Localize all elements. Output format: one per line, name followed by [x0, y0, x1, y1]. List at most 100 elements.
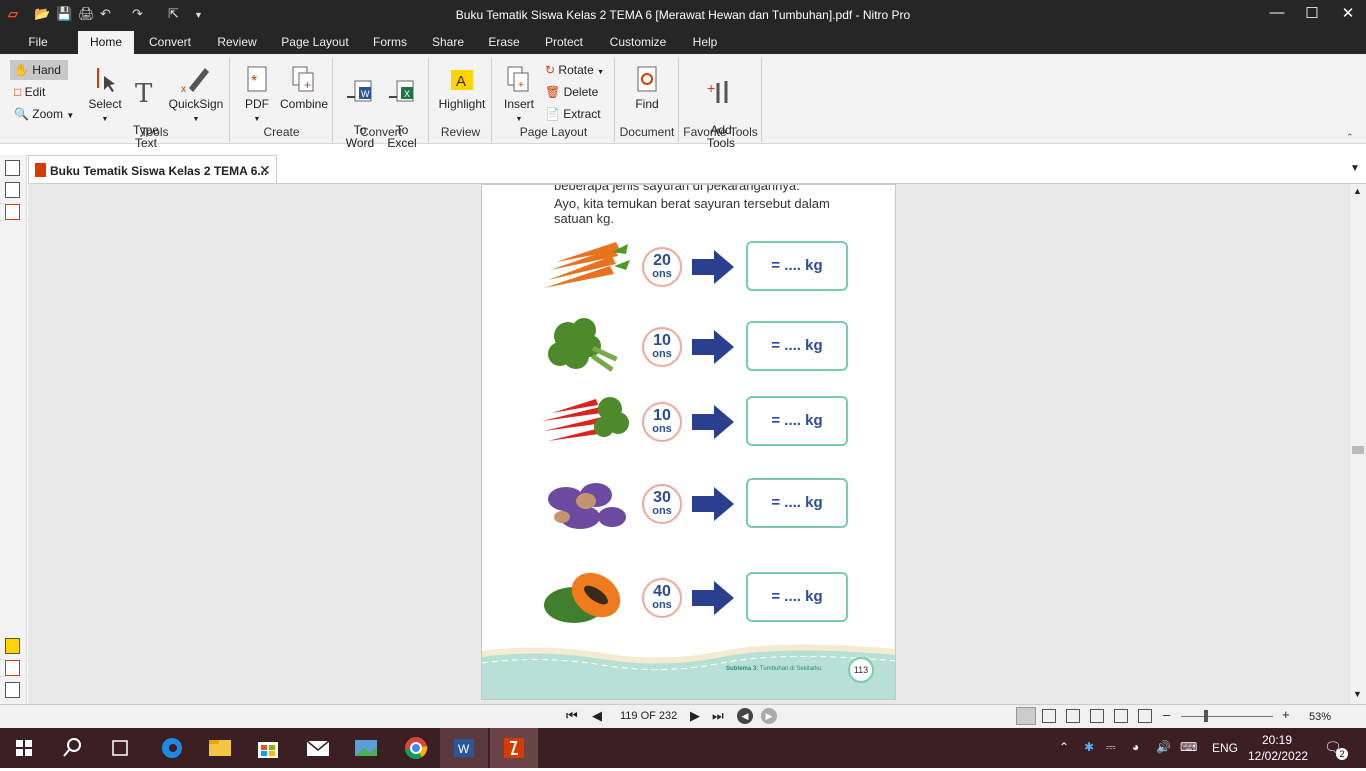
ons-value: 20	[653, 252, 671, 269]
tab-share[interactable]: Share	[425, 31, 471, 54]
quicksign-button[interactable]: x QuickSign ▼	[168, 64, 224, 126]
tab-page-layout[interactable]: Page Layout	[278, 31, 352, 54]
add-tools-icon: +	[707, 80, 728, 103]
tray-chevron-up-icon[interactable]: ⌃	[1059, 740, 1069, 754]
rotate-button[interactable]: ↻ Rotate ▼	[541, 60, 604, 80]
ons-unit: ons	[652, 505, 672, 517]
single-page-view-icon[interactable]	[1016, 707, 1036, 725]
first-page-icon[interactable]: ⏮	[566, 708, 578, 724]
edge-browser-icon[interactable]	[148, 728, 196, 768]
volume-icon[interactable]: 🔊	[1156, 740, 1171, 754]
facing-view-icon[interactable]	[1066, 709, 1080, 723]
favorite-tools-group: + Add Tools Favorite Tools	[680, 58, 762, 150]
next-page-icon[interactable]: ▶	[690, 708, 700, 724]
search-icon[interactable]	[48, 728, 96, 768]
fit-page-icon[interactable]	[1114, 709, 1128, 723]
extract-button[interactable]: 📄 Extract	[541, 104, 601, 124]
chevron-down-icon: ▼	[66, 111, 75, 120]
close-tab-icon[interactable]: ✕	[259, 162, 271, 179]
bluetooth-icon[interactable]: ✱	[1084, 740, 1094, 754]
windows-start-icon[interactable]	[0, 728, 48, 768]
zoom-in-icon[interactable]: +	[1282, 707, 1290, 722]
chili-peppers-image	[542, 397, 629, 441]
search-panel-icon[interactable]	[5, 182, 20, 198]
scroll-down-icon[interactable]: ▼	[1353, 689, 1362, 699]
wifi-icon[interactable]: ◕	[1132, 740, 1139, 754]
language-indicator[interactable]: ENG	[1212, 741, 1238, 755]
maximize-button[interactable]: ☐	[1292, 4, 1332, 22]
zoom-out-icon[interactable]: –	[1163, 707, 1170, 722]
power-icon[interactable]: ⎓	[1106, 740, 1116, 755]
vertical-scrollbar[interactable]: ▲ ▼	[1350, 184, 1366, 704]
windows-taskbar: W ⌃ ✱ ⎓ ◕ 🔊 ⌨ ENG 20:19 12/02/2022 🗨 2	[0, 728, 1366, 768]
page-layout-group-label: Page Layout	[519, 125, 588, 139]
document-tab[interactable]: Buku Tematik Siswa Kelas 2 TEMA 6... ✕	[28, 155, 277, 184]
tab-list-chevron-icon[interactable]: ▼	[1350, 163, 1360, 174]
page-layout-group: + Insert ▼ ↻ Rotate ▼ 🗑 Delete 📄 Extract …	[493, 58, 615, 142]
pdf-button[interactable]: * PDF ▼	[237, 64, 277, 126]
answer-box: = .... kg	[746, 478, 848, 528]
tab-forms[interactable]: Forms	[365, 31, 415, 54]
scroll-thumb[interactable]	[1352, 446, 1364, 454]
collapse-ribbon-icon[interactable]: ⌃	[1346, 132, 1354, 143]
insert-button[interactable]: + Insert ▼	[499, 64, 539, 126]
clock-date[interactable]: 12/02/2022	[1248, 749, 1308, 763]
nitro-pro-taskbar[interactable]	[490, 728, 538, 768]
close-window-button[interactable]: ✕	[1328, 4, 1366, 22]
forward-view-icon[interactable]: ▶	[761, 708, 777, 724]
tab-help[interactable]: Help	[686, 31, 724, 54]
tab-customize[interactable]: Customize	[604, 31, 672, 54]
minimize-button[interactable]: —	[1257, 4, 1297, 21]
tab-protect[interactable]: Protect	[538, 31, 590, 54]
scroll-up-icon[interactable]: ▲	[1353, 186, 1362, 196]
find-button[interactable]: Find	[626, 64, 668, 111]
previous-page-icon[interactable]: ◀	[592, 708, 602, 724]
edit-tool-button[interactable]: □ Edit	[10, 82, 45, 102]
photos-icon[interactable]	[342, 728, 390, 768]
ribbon-tabs: File Home Convert Review Page Layout For…	[0, 31, 1366, 54]
comments-panel-icon[interactable]	[5, 638, 20, 654]
zoom-button[interactable]: 🔍 Zoom ▼	[10, 104, 74, 124]
tab-erase[interactable]: Erase	[483, 31, 525, 54]
facing-continuous-view-icon[interactable]	[1090, 709, 1104, 723]
bookmarks-panel-icon[interactable]	[5, 204, 20, 220]
tab-convert[interactable]: Convert	[143, 31, 197, 54]
file-explorer-icon[interactable]	[196, 728, 244, 768]
combine-label: Combine	[279, 97, 329, 111]
output-panel-icon[interactable]	[5, 682, 20, 698]
page-indicator[interactable]: 119 OF 232	[620, 710, 677, 722]
fit-width-icon[interactable]	[1138, 709, 1152, 723]
mail-icon[interactable]	[294, 728, 342, 768]
delete-button[interactable]: 🗑 Delete	[541, 82, 598, 102]
task-view-icon[interactable]	[96, 728, 144, 768]
zoom-slider-thumb[interactable]	[1204, 710, 1208, 722]
exercise-row: 40 ons = .... kg	[540, 567, 850, 631]
zoom-level[interactable]: 53%	[1309, 711, 1331, 723]
tab-file[interactable]: File	[18, 31, 58, 54]
pdf-label: PDF	[245, 97, 269, 111]
microsoft-store-icon[interactable]	[244, 728, 292, 768]
word-app-taskbar[interactable]: W	[440, 728, 488, 768]
find-icon	[637, 66, 657, 92]
zoom-slider-track[interactable]	[1181, 716, 1273, 717]
last-page-icon[interactable]: ⏭	[712, 708, 724, 724]
document-group: Find Document	[616, 58, 679, 142]
combine-button[interactable]: + Combine	[279, 64, 329, 111]
quicksign-label: QuickSign	[168, 97, 224, 111]
pages-panel-icon[interactable]	[5, 160, 20, 176]
clock-time[interactable]: 20:19	[1262, 733, 1292, 747]
page-text-line: beberapa jenis sayuran di pekarangannya.	[554, 184, 800, 193]
back-view-icon[interactable]: ◀	[737, 708, 753, 724]
hand-tool-button[interactable]: ✋ Hand	[10, 60, 68, 80]
keyboard-icon[interactable]: ⌨	[1180, 740, 1197, 754]
tab-review[interactable]: Review	[211, 31, 263, 54]
exercise-row: 10 ons = .... kg	[540, 391, 850, 455]
tab-home[interactable]: Home	[78, 31, 134, 54]
ons-value: 30	[653, 489, 671, 506]
continuous-view-icon[interactable]	[1042, 709, 1056, 723]
select-button[interactable]: Select ▼	[86, 64, 124, 126]
attachments-panel-icon[interactable]	[5, 660, 20, 676]
chrome-icon[interactable]	[392, 728, 440, 768]
highlight-button[interactable]: A Highlight	[434, 64, 490, 111]
svg-text:W: W	[361, 89, 370, 99]
